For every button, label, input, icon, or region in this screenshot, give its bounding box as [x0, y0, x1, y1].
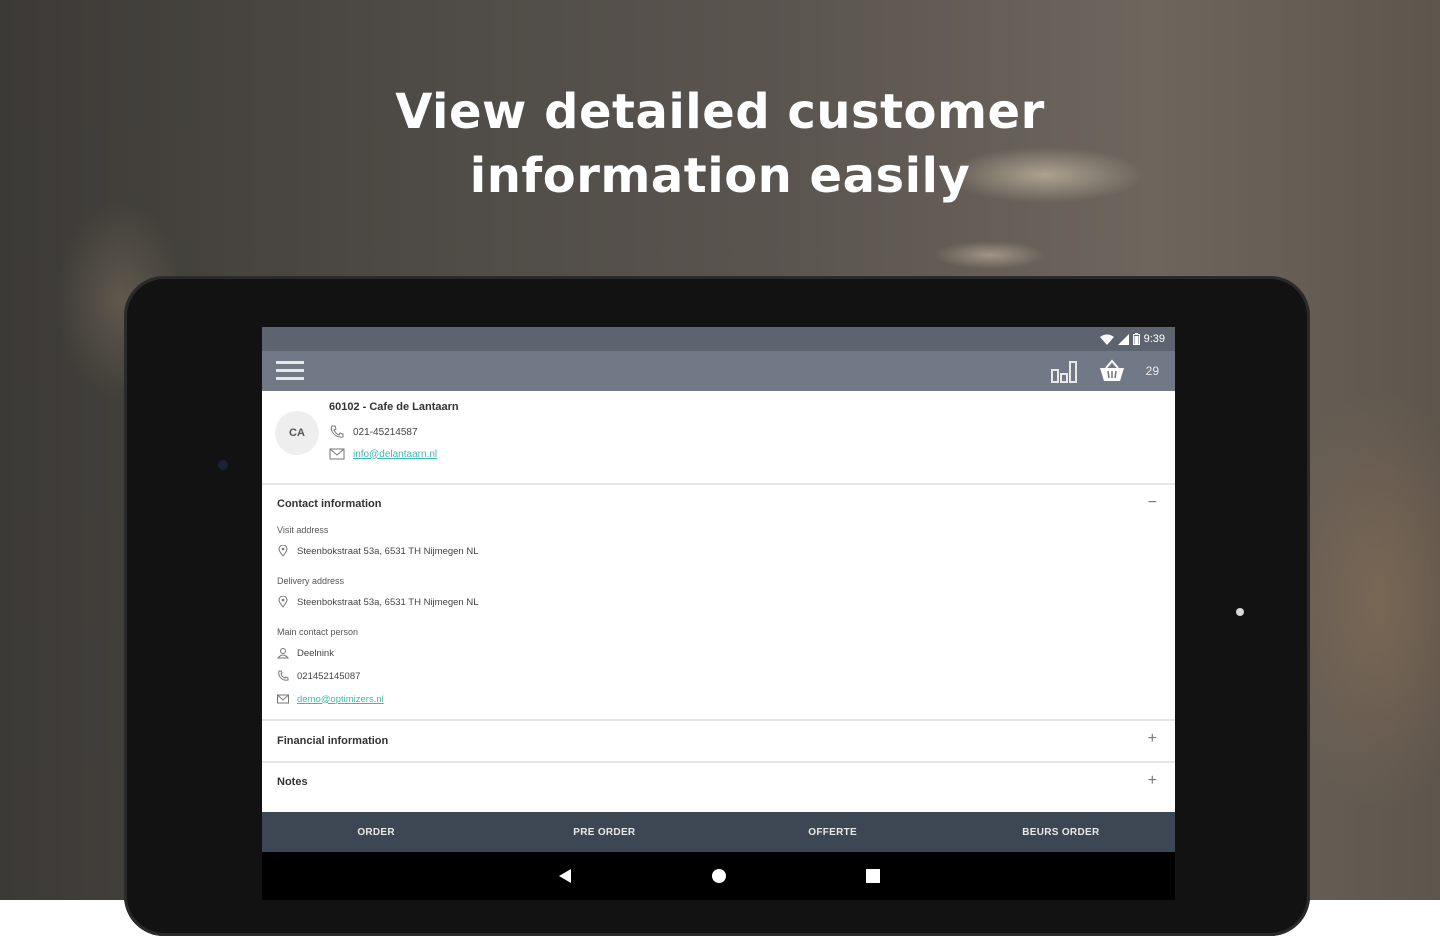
- status-time: 9:39: [1143, 333, 1165, 345]
- location-pin-icon: [278, 596, 288, 608]
- app-screen: 9:39 29 CA 60102 - Cafe de Lantaarn 021-…: [262, 327, 1175, 900]
- delivery-address: Steenbokstraat 53a, 6531 TH Nijmegen NL: [297, 596, 479, 608]
- customer-email-row[interactable]: info@delantaarn.nl: [329, 447, 437, 461]
- contact-information-header[interactable]: Contact information −: [262, 485, 1175, 523]
- shopping-basket-icon[interactable]: [1098, 358, 1126, 384]
- visit-address-row: Steenbokstraat 53a, 6531 TH Nijmegen NL: [277, 545, 479, 557]
- signal-icon: [1117, 333, 1129, 345]
- tab-beurs-order[interactable]: BEURS ORDER: [947, 812, 1175, 852]
- notes-header[interactable]: Notes +: [262, 763, 1175, 801]
- contact-name-row: Deelnink: [277, 647, 334, 659]
- tab-pre-order[interactable]: PRE ORDER: [490, 812, 718, 852]
- app-bar-actions: 29: [1050, 351, 1159, 391]
- promo-headline: View detailed customer information easil…: [0, 80, 1440, 208]
- customer-email-link[interactable]: info@delantaarn.nl: [353, 449, 437, 460]
- contact-information-title: Contact information: [277, 498, 382, 510]
- collapse-icon[interactable]: −: [1148, 494, 1157, 512]
- person-icon: [277, 648, 289, 659]
- customer-header: CA 60102 - Cafe de Lantaarn 021-45214587…: [262, 391, 1175, 485]
- battery-icon: [1132, 333, 1140, 345]
- phone-icon: [330, 425, 344, 438]
- customer-phone: 021-45214587: [353, 426, 418, 438]
- contact-phone: 021452145087: [297, 670, 361, 682]
- tab-offerte[interactable]: OFFERTE: [719, 812, 947, 852]
- expand-icon[interactable]: +: [1148, 730, 1157, 748]
- expand-icon[interactable]: +: [1148, 772, 1157, 790]
- customer-phone-row[interactable]: 021-45214587: [329, 425, 418, 439]
- recent-apps-icon[interactable]: [865, 868, 881, 884]
- mail-icon: [329, 448, 345, 460]
- front-camera: [218, 460, 228, 470]
- android-nav-bar: [262, 852, 1175, 900]
- visit-address: Steenbokstraat 53a, 6531 TH Nijmegen NL: [297, 545, 479, 557]
- mail-icon: [277, 694, 289, 704]
- financial-information-header[interactable]: Financial information +: [262, 721, 1175, 763]
- contact-email-link[interactable]: demo@optimizers.nl: [297, 694, 384, 705]
- contact-information-body: Visit address Steenbokstraat 53a, 6531 T…: [262, 523, 1175, 721]
- wifi-icon: [1099, 334, 1114, 345]
- delivery-address-label: Delivery address: [277, 576, 345, 586]
- headline-line-1: View detailed customer: [395, 84, 1045, 140]
- home-icon[interactable]: [711, 868, 727, 884]
- financial-information-title: Financial information: [277, 735, 389, 747]
- visit-address-label: Visit address: [277, 525, 329, 535]
- tab-order[interactable]: ORDER: [262, 812, 490, 852]
- bottom-tab-bar: ORDER PRE ORDER OFFERTE BEURS ORDER: [262, 812, 1175, 852]
- location-pin-icon: [278, 545, 288, 557]
- back-icon[interactable]: [558, 868, 572, 884]
- avatar: CA: [275, 411, 319, 455]
- notes-title: Notes: [277, 776, 308, 788]
- contact-name: Deelnink: [297, 647, 334, 659]
- app-bar: 29: [262, 351, 1175, 391]
- delivery-address-row: Steenbokstraat 53a, 6531 TH Nijmegen NL: [277, 596, 479, 608]
- contact-email-row[interactable]: demo@optimizers.nl: [277, 693, 384, 705]
- contact-phone-row[interactable]: 021452145087: [277, 670, 360, 682]
- hamburger-menu-icon[interactable]: [276, 361, 304, 381]
- status-bar: 9:39: [262, 327, 1175, 351]
- bar-chart-icon[interactable]: [1050, 358, 1078, 384]
- phone-icon: [278, 670, 289, 681]
- headline-line-2: information easily: [469, 148, 971, 204]
- tablet-sensor: [1236, 608, 1244, 616]
- basket-count: 29: [1145, 364, 1159, 378]
- main-contact-label: Main contact person: [277, 627, 359, 637]
- customer-title: 60102 - Cafe de Lantaarn: [329, 401, 459, 413]
